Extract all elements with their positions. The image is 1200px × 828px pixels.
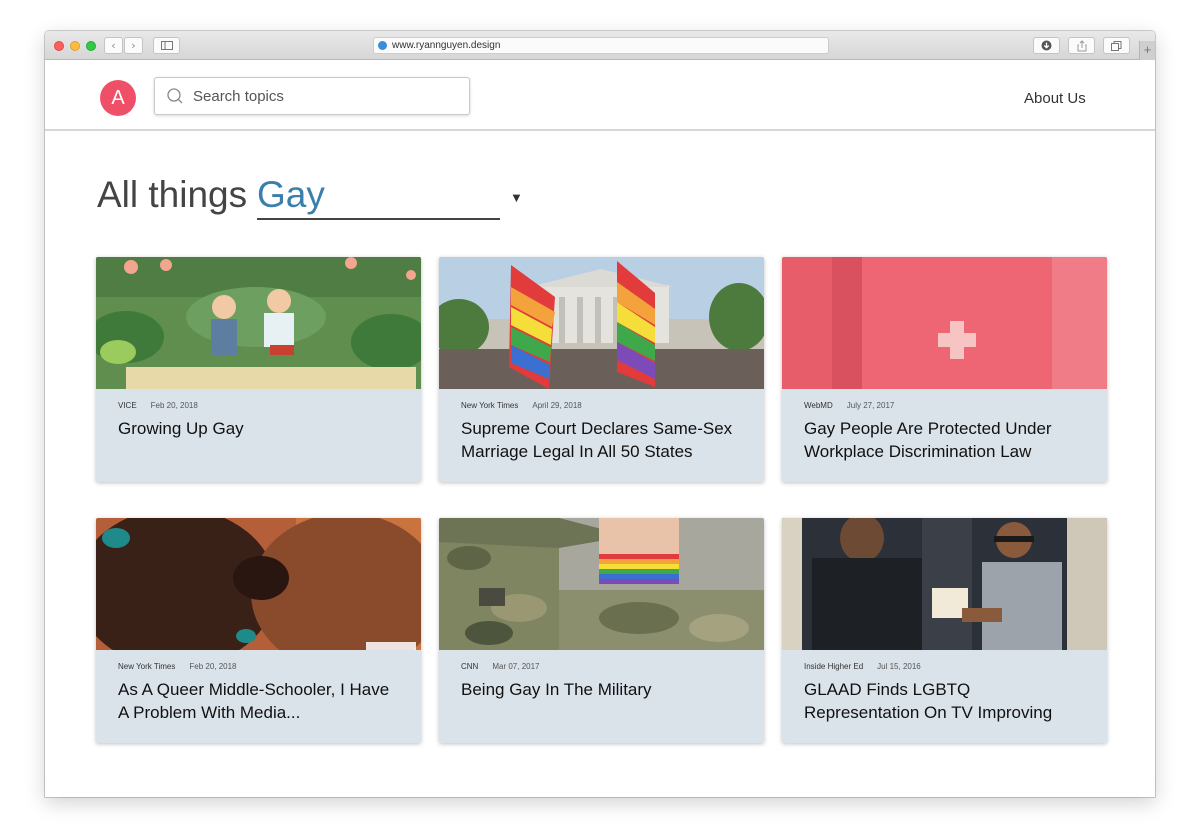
download-icon <box>1041 40 1052 51</box>
sidebar-icon <box>160 41 173 50</box>
article-source: CNN <box>461 662 479 671</box>
article-title[interactable]: Gay People Are Protected Under Workplace… <box>804 417 1089 463</box>
share-button[interactable] <box>1068 37 1095 54</box>
tabs-icon <box>1111 41 1122 51</box>
article-card[interactable]: New York Times April 29, 2018 Supreme Cou… <box>439 257 764 482</box>
article-title[interactable]: Being Gay In The Military <box>461 678 746 701</box>
new-tab-button[interactable]: + <box>1139 41 1155 60</box>
browser-toolbar: ‹ › www.ryannguyen.design + <box>45 31 1155 60</box>
site-logo[interactable]: A <box>100 80 136 116</box>
article-meta: VICE Feb 20, 2018 <box>118 401 198 410</box>
article-card[interactable]: WebMD July 27, 2017 Gay People Are Protec… <box>782 257 1107 482</box>
tabs-button[interactable] <box>1103 37 1130 54</box>
share-icon <box>1077 40 1086 52</box>
article-thumbnail <box>439 518 764 650</box>
article-meta: CNN Mar 07, 2017 <box>461 662 539 671</box>
sidebar-toggle-button[interactable] <box>153 37 180 54</box>
about-us-link[interactable]: About Us <box>1024 90 1086 107</box>
article-date: April 29, 2018 <box>532 401 582 410</box>
article-card[interactable]: Inside Higher Ed Jul 15, 2016 GLAAD Finds… <box>782 518 1107 743</box>
article-card[interactable]: VICE Feb 20, 2018 Growing Up Gay <box>96 257 421 482</box>
article-title[interactable]: Supreme Court Declares Same-Sex Marriage… <box>461 417 746 463</box>
article-date: Mar 07, 2017 <box>492 662 540 671</box>
article-thumbnail <box>96 518 421 650</box>
article-date: Feb 20, 2018 <box>189 662 237 671</box>
article-thumbnail <box>782 257 1107 389</box>
article-thumbnail <box>782 518 1107 650</box>
search-icon <box>167 88 183 104</box>
article-thumbnail <box>439 257 764 389</box>
article-title[interactable]: As A Queer Middle-Schooler, I Have A Pro… <box>118 678 403 724</box>
address-url: www.ryannguyen.design <box>392 40 501 51</box>
site-header: A About Us <box>45 60 1155 131</box>
article-meta: WebMD July 27, 2017 <box>804 401 894 410</box>
browser-window: ‹ › www.ryannguyen.design + A Abou <box>45 31 1155 797</box>
article-card[interactable]: CNN Mar 07, 2017 Being Gay In The Militar… <box>439 518 764 743</box>
zoom-window-button[interactable] <box>86 41 96 51</box>
article-source: Inside Higher Ed <box>804 662 864 671</box>
globe-icon <box>378 41 387 50</box>
article-source: New York Times <box>461 401 519 410</box>
article-meta: New York Times April 29, 2018 <box>461 401 582 410</box>
article-source: VICE <box>118 401 137 410</box>
address-bar[interactable]: www.ryannguyen.design <box>373 37 829 54</box>
article-source: WebMD <box>804 401 833 410</box>
article-thumbnail <box>96 257 421 389</box>
dropdown-caret-icon[interactable]: ▼ <box>510 190 523 205</box>
article-date: Jul 15, 2016 <box>877 662 921 671</box>
article-meta: Inside Higher Ed Jul 15, 2016 <box>804 662 921 671</box>
downloads-button[interactable] <box>1033 37 1060 54</box>
article-date: July 27, 2017 <box>846 401 895 410</box>
topic-select[interactable]: Gay <box>257 174 500 220</box>
back-button[interactable]: ‹ <box>104 37 123 54</box>
article-date: Feb 20, 2018 <box>150 401 198 410</box>
minimize-window-button[interactable] <box>70 41 80 51</box>
article-title[interactable]: Growing Up Gay <box>118 417 403 440</box>
article-source: New York Times <box>118 662 176 671</box>
forward-button[interactable]: › <box>124 37 143 54</box>
article-card[interactable]: New York Times Feb 20, 2018 As A Queer Mi… <box>96 518 421 743</box>
article-title[interactable]: GLAAD Finds LGBTQ Representation On TV I… <box>804 678 1089 724</box>
close-window-button[interactable] <box>54 41 64 51</box>
search-input[interactable] <box>193 85 453 107</box>
article-meta: New York Times Feb 20, 2018 <box>118 662 237 671</box>
search-box[interactable] <box>154 77 470 115</box>
page-heading: All things <box>97 174 248 215</box>
